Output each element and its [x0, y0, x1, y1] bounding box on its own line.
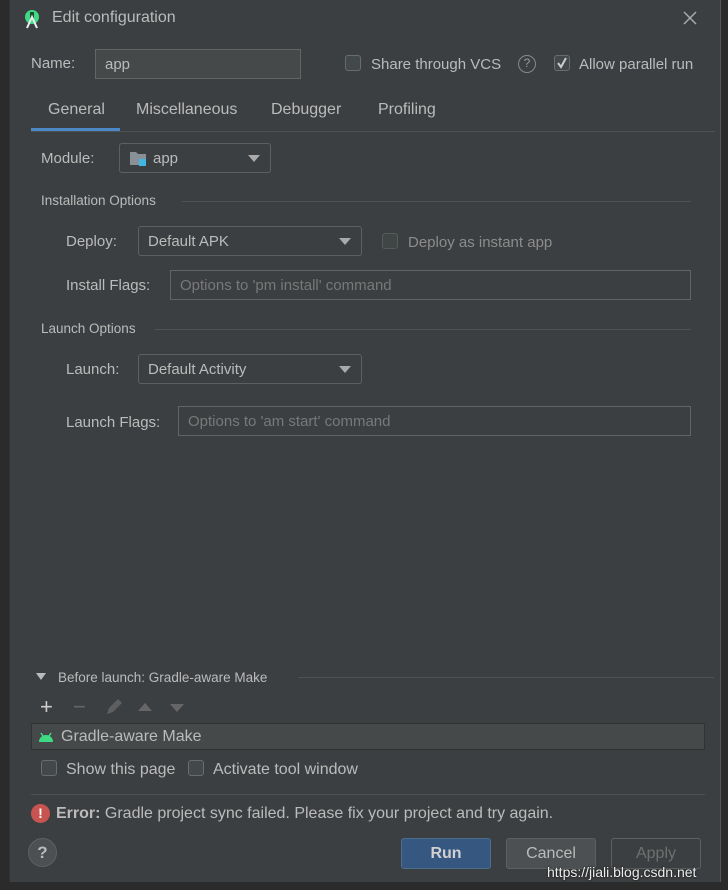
move-down-icon[interactable] — [170, 704, 184, 712]
folder-icon — [130, 152, 146, 166]
deploy-label: Deploy: — [66, 233, 117, 250]
dialog-title: Edit configuration — [52, 9, 176, 26]
remove-icon[interactable]: − — [73, 696, 86, 718]
error-message: Error: Gradle project sync failed. Pleas… — [56, 805, 553, 823]
name-input[interactable]: app — [95, 49, 301, 79]
chevron-down-icon — [248, 155, 260, 162]
install-flags-input[interactable]: Options to 'pm install' command — [170, 270, 691, 300]
tab-miscellaneous[interactable]: Miscellaneous — [136, 101, 237, 119]
launch-options-title: Launch Options — [41, 321, 136, 336]
section-divider — [155, 329, 691, 330]
footer-divider — [31, 794, 705, 795]
show-page-checkbox[interactable] — [41, 760, 57, 776]
tab-profiling[interactable]: Profiling — [378, 101, 436, 119]
error-prefix: Error: — [56, 805, 101, 822]
activate-tool-window-checkbox[interactable] — [188, 760, 204, 776]
error-icon: ! — [31, 804, 50, 823]
installation-options-title: Installation Options — [41, 193, 156, 208]
launch-flags-label: Launch Flags: — [66, 414, 161, 431]
list-item-label: Gradle-aware Make — [61, 727, 202, 745]
error-text: Gradle project sync failed. Please fix y… — [100, 805, 554, 822]
name-label: Name: — [31, 55, 76, 72]
launch-combo[interactable]: Default Activity — [138, 354, 362, 384]
run-button[interactable]: Run — [401, 838, 491, 869]
module-value: app — [153, 149, 179, 167]
install-flags-label: Install Flags: — [66, 277, 151, 294]
share-vcs-checkbox[interactable] — [345, 55, 361, 71]
help-icon[interactable]: ? — [518, 55, 536, 73]
allow-parallel-label: Allow parallel run — [579, 56, 694, 73]
chevron-down-icon — [339, 238, 351, 245]
instant-app-checkbox[interactable] — [382, 233, 398, 249]
add-icon[interactable]: + — [40, 696, 53, 718]
section-divider — [298, 677, 714, 678]
list-item[interactable]: Gradle-aware Make — [32, 724, 202, 749]
deploy-combo[interactable]: Default APK — [138, 226, 362, 256]
instant-app-label: Deploy as instant app — [408, 234, 553, 251]
module-combo[interactable]: app — [119, 143, 271, 173]
android-studio-icon — [25, 10, 39, 29]
close-icon[interactable] — [683, 11, 697, 25]
module-label: Module: — [41, 150, 95, 167]
tab-general[interactable]: General — [48, 101, 105, 119]
android-icon — [39, 732, 53, 742]
before-launch-list: Gradle-aware Make — [31, 723, 705, 750]
tab-debugger[interactable]: Debugger — [271, 101, 341, 119]
launch-value: Default Activity — [148, 360, 247, 378]
tabs-divider — [31, 131, 715, 132]
move-up-icon[interactable] — [138, 703, 152, 711]
chevron-down-icon — [339, 366, 351, 373]
show-page-label: Show this page — [66, 761, 176, 778]
share-vcs-label: Share through VCS — [371, 56, 502, 73]
active-tab-indicator — [31, 128, 120, 131]
launch-flags-input[interactable]: Options to 'am start' command — [178, 406, 691, 436]
edit-configuration-dialog: Edit configuration Name: app Share throu… — [9, 0, 721, 882]
collapse-triangle-icon[interactable] — [36, 673, 46, 680]
watermark: https://jiali.blog.csdn.net — [547, 864, 697, 880]
edit-icon[interactable] — [105, 698, 123, 716]
launch-label: Launch: — [66, 361, 120, 378]
section-divider — [182, 201, 691, 202]
activate-tool-window-label: Activate tool window — [213, 761, 358, 778]
help-button[interactable]: ? — [28, 838, 57, 867]
before-launch-title: Before launch: Gradle-aware Make — [58, 670, 268, 685]
deploy-value: Default APK — [148, 232, 229, 250]
check-icon — [557, 57, 567, 69]
allow-parallel-checkbox[interactable] — [554, 55, 570, 71]
